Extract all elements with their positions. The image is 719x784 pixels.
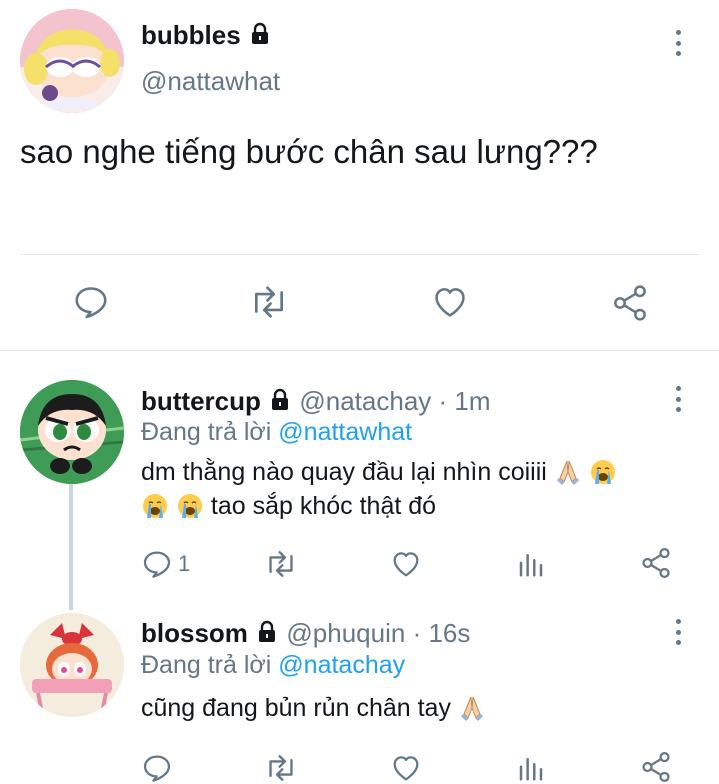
replying-to: Đang trả lời @natachay (141, 651, 405, 680)
mention-link[interactable]: @natachay (278, 651, 405, 679)
reply-icon[interactable] (141, 752, 173, 784)
folded-hands-emoji (554, 458, 582, 486)
reply-text-line2: tao sắp khóc thật đó (210, 492, 437, 520)
analytics-icon[interactable] (516, 548, 546, 580)
reply-icon[interactable] (141, 548, 173, 580)
separator: · (412, 618, 422, 648)
display-name[interactable]: buttercup (141, 386, 261, 416)
replying-prefix: Đang trả lời (141, 418, 272, 446)
lock-icon (268, 388, 292, 419)
like-icon[interactable] (429, 283, 471, 321)
retweet-icon[interactable] (264, 548, 298, 580)
analytics-icon[interactable] (516, 752, 546, 784)
reply-text-line1: dm thằng nào quay đầu lại nhìn coiiii (141, 458, 547, 486)
retweet-icon[interactable] (264, 752, 298, 784)
lock-icon (255, 620, 279, 651)
reply-text-second-line: tao sắp khóc thật đó (141, 492, 436, 521)
reply-header: buttercup @natachay · 1m (141, 386, 491, 419)
display-name[interactable]: blossom (141, 618, 248, 648)
share-icon[interactable] (639, 750, 673, 784)
like-icon[interactable] (389, 548, 423, 580)
reply-text: dm thằng nào quay đầu lại nhìn coiiii (141, 458, 617, 487)
blossom-avatar[interactable] (20, 613, 124, 717)
buttercup-avatar[interactable] (20, 380, 124, 484)
crying-face-emoji (141, 492, 169, 520)
more-options-icon[interactable] (672, 619, 684, 645)
reply-count: 1 (178, 551, 191, 576)
handle[interactable]: @phuquin (286, 618, 405, 648)
display-name[interactable]: bubbles (141, 20, 241, 50)
mention-link[interactable]: @nattawhat (278, 418, 412, 446)
timestamp[interactable]: 16s (428, 618, 470, 648)
reply-text: cũng đang bủn rủn chân tay (141, 694, 486, 723)
reply-text-line: cũng đang bủn rủn chân tay (141, 694, 451, 722)
folded-hands-emoji (458, 694, 486, 722)
thread-view: bubbles @nattawhat sao nghe tiếng bước c… (0, 0, 719, 784)
bubbles-avatar[interactable] (20, 9, 124, 113)
crying-face-emoji (176, 492, 204, 520)
replying-to: Đang trả lời @nattawhat (141, 418, 412, 447)
reply-icon[interactable] (72, 283, 110, 321)
separator: · (438, 386, 448, 416)
handle[interactable]: @nattawhat (141, 66, 280, 97)
reply-header: blossom @phuquin · 16s (141, 618, 470, 651)
timestamp[interactable]: 1m (454, 386, 490, 416)
lock-icon (248, 22, 272, 53)
handle[interactable]: @natachay (299, 386, 431, 416)
divider (20, 254, 699, 255)
section-divider (0, 350, 719, 351)
more-options-icon[interactable] (672, 30, 684, 56)
share-icon[interactable] (639, 546, 673, 580)
share-icon[interactable] (610, 283, 650, 323)
crying-face-emoji (589, 458, 617, 486)
thread-line (69, 484, 73, 610)
tweet-text: sao nghe tiếng bước chân sau lưng??? (20, 133, 598, 170)
like-icon[interactable] (389, 752, 423, 784)
replying-prefix: Đang trả lời (141, 651, 272, 679)
retweet-icon[interactable] (248, 283, 290, 321)
more-options-icon[interactable] (672, 386, 684, 412)
author-row: bubbles (141, 20, 272, 53)
